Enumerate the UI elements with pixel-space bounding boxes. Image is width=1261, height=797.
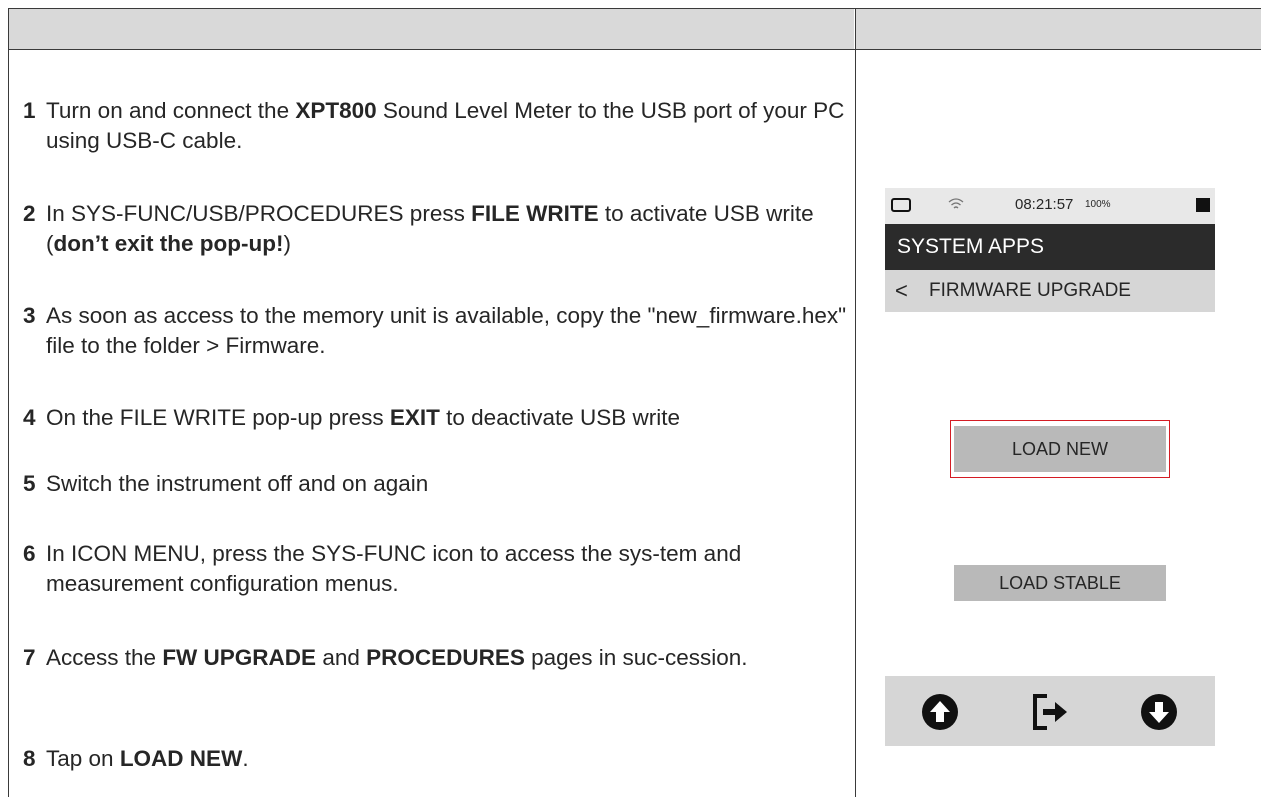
step-number: 3 (23, 303, 36, 328)
load-stable-button[interactable]: LOAD STABLE (954, 565, 1166, 601)
table-border-middle (855, 8, 856, 797)
device-title-bar: SYSTEM APPS (885, 224, 1215, 270)
step-number: 8 (23, 746, 36, 771)
exit-icon[interactable] (1031, 693, 1071, 731)
step-text: Tap on LOAD NEW. (46, 744, 851, 774)
table-border-header (8, 49, 1261, 50)
step-number: 7 (23, 645, 36, 670)
stop-icon (1196, 198, 1210, 212)
step-number: 6 (23, 541, 36, 566)
step-number: 4 (23, 405, 36, 430)
step-text-run: On the FILE WRITE pop-up press (46, 405, 390, 430)
step-number: 1 (23, 98, 36, 123)
step-text-bold: LOAD NEW (119, 746, 243, 771)
device-screen-mockup: 08:21:57 100% SYSTEM APPS < FIRMWARE UPG… (885, 188, 1215, 761)
step-text: Switch the instrument off and on again (46, 469, 851, 499)
step-text-bold: don’t exit the pop-up! (53, 231, 284, 256)
device-bottom-bar (885, 676, 1215, 746)
step-text-bold: PROCEDURES (366, 645, 525, 670)
arrow-up-icon[interactable] (921, 693, 959, 731)
step-number: 2 (23, 201, 36, 226)
device-title: SYSTEM APPS (897, 235, 1045, 258)
step-text-run: . (242, 746, 249, 771)
step-text-bold: FW UPGRADE (162, 645, 317, 670)
step-text-run: As soon as access to the memory unit is … (46, 303, 847, 358)
step-text-run: Access the (46, 645, 163, 670)
step-text: In ICON MENU, press the SYS-FUNC icon to… (46, 539, 851, 599)
step-text: As soon as access to the memory unit is … (46, 301, 851, 361)
table-header-left (8, 9, 854, 49)
step-text-run: pages in suc-cession. (524, 645, 748, 670)
back-icon[interactable]: < (895, 270, 908, 312)
step-text-run: In ICON MENU, press the SYS-FUNC icon to… (46, 541, 742, 596)
step-text-run: Turn on and connect the (46, 98, 296, 123)
step-text-run: ) (283, 231, 291, 256)
step-text-bold: XPT800 (295, 98, 377, 123)
table-header-right (856, 9, 1261, 49)
load-new-button[interactable]: LOAD NEW (954, 426, 1166, 472)
battery-icon (891, 198, 911, 212)
step-text: In SYS-FUNC/USB/PROCEDURES press FILE WR… (46, 199, 851, 259)
status-time: 08:21:57 (1015, 196, 1074, 213)
step-text: Turn on and connect the XPT800 Sound Lev… (46, 96, 851, 156)
device-subtitle: FIRMWARE UPGRADE (929, 280, 1131, 301)
step-text: On the FILE WRITE pop-up press EXIT to d… (46, 403, 851, 433)
wifi-icon (948, 198, 964, 209)
table-border-top (8, 8, 1261, 9)
status-bar: 08:21:57 100% (885, 188, 1215, 224)
step-text: Access the FW UPGRADE and PROCEDURES pag… (46, 643, 851, 673)
step-text-bold: EXIT (389, 405, 440, 430)
step-text-run: Switch the instrument off and on again (46, 471, 429, 496)
step-text-run: to deactivate USB write (439, 405, 681, 430)
step-text-bold: FILE WRITE (471, 201, 599, 226)
device-subtitle-bar[interactable]: < FIRMWARE UPGRADE (885, 270, 1215, 312)
step-text-run: Tap on (46, 746, 120, 771)
step-text-run: and (316, 645, 367, 670)
battery-percent: 100% (1085, 199, 1111, 210)
step-text-run: In SYS-FUNC/USB/PROCEDURES press (46, 201, 472, 226)
table-border-left (8, 8, 9, 797)
arrow-down-icon[interactable] (1140, 693, 1178, 731)
step-number: 5 (23, 471, 36, 496)
